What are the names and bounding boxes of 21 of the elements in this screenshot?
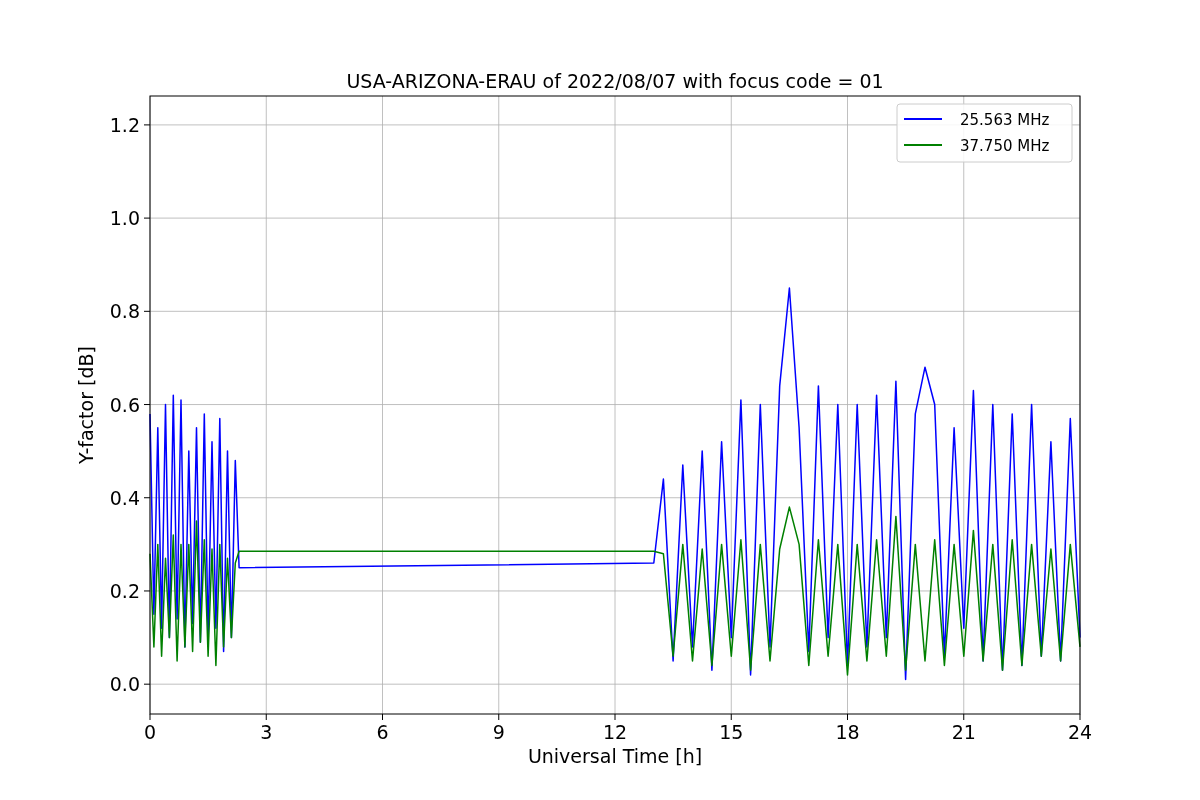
tick-label: 24	[1067, 721, 1093, 743]
tick-label: 1.0	[109, 207, 140, 230]
tick-label: 21	[951, 721, 976, 743]
x-axis-label: Universal Time [h]	[527, 745, 703, 767]
tick-label: 6	[376, 721, 389, 743]
tick-label: 0.4	[109, 486, 140, 509]
chart-title: USA-ARIZONA-ERAU of 2022/08/07 with focus code = 01	[346, 70, 884, 92]
tick-label: 9	[492, 721, 505, 743]
y-axis-label: Y-factor [dB]	[75, 346, 97, 464]
legend-label: 37.750 MHz	[960, 137, 1050, 155]
tick-label: 0	[143, 721, 157, 743]
tick-label: 0.2	[109, 579, 140, 602]
tick-label: 1.2	[109, 113, 140, 136]
tick-label: 18	[835, 721, 860, 743]
tick-label: 3	[260, 721, 273, 743]
tick-label: 0.6	[109, 393, 140, 416]
tick-label: 0.0	[109, 673, 140, 696]
legend-label: 25.563 MHz	[960, 111, 1050, 129]
tick-label: 12	[602, 721, 628, 743]
tick-label: 0.8	[109, 300, 140, 323]
tick-label: 15	[719, 721, 744, 743]
